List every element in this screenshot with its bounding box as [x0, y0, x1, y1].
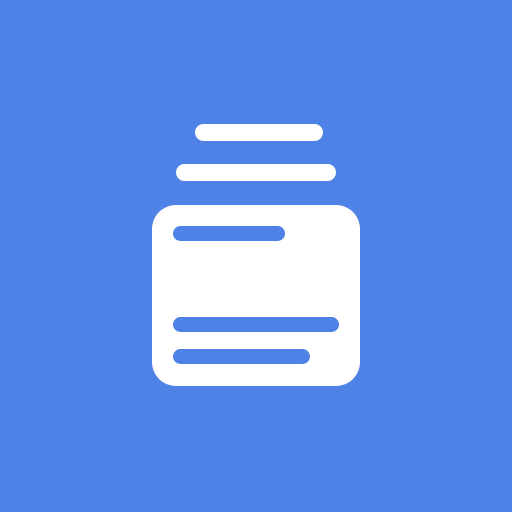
top-stack-line: [195, 124, 323, 141]
card-body-line-2: [173, 349, 310, 364]
card-title-line: [173, 226, 285, 241]
app-icon: [0, 0, 512, 512]
card-body-line-1: [173, 317, 339, 332]
middle-stack-line: [176, 164, 336, 181]
stacked-cards-icon: [0, 0, 512, 512]
